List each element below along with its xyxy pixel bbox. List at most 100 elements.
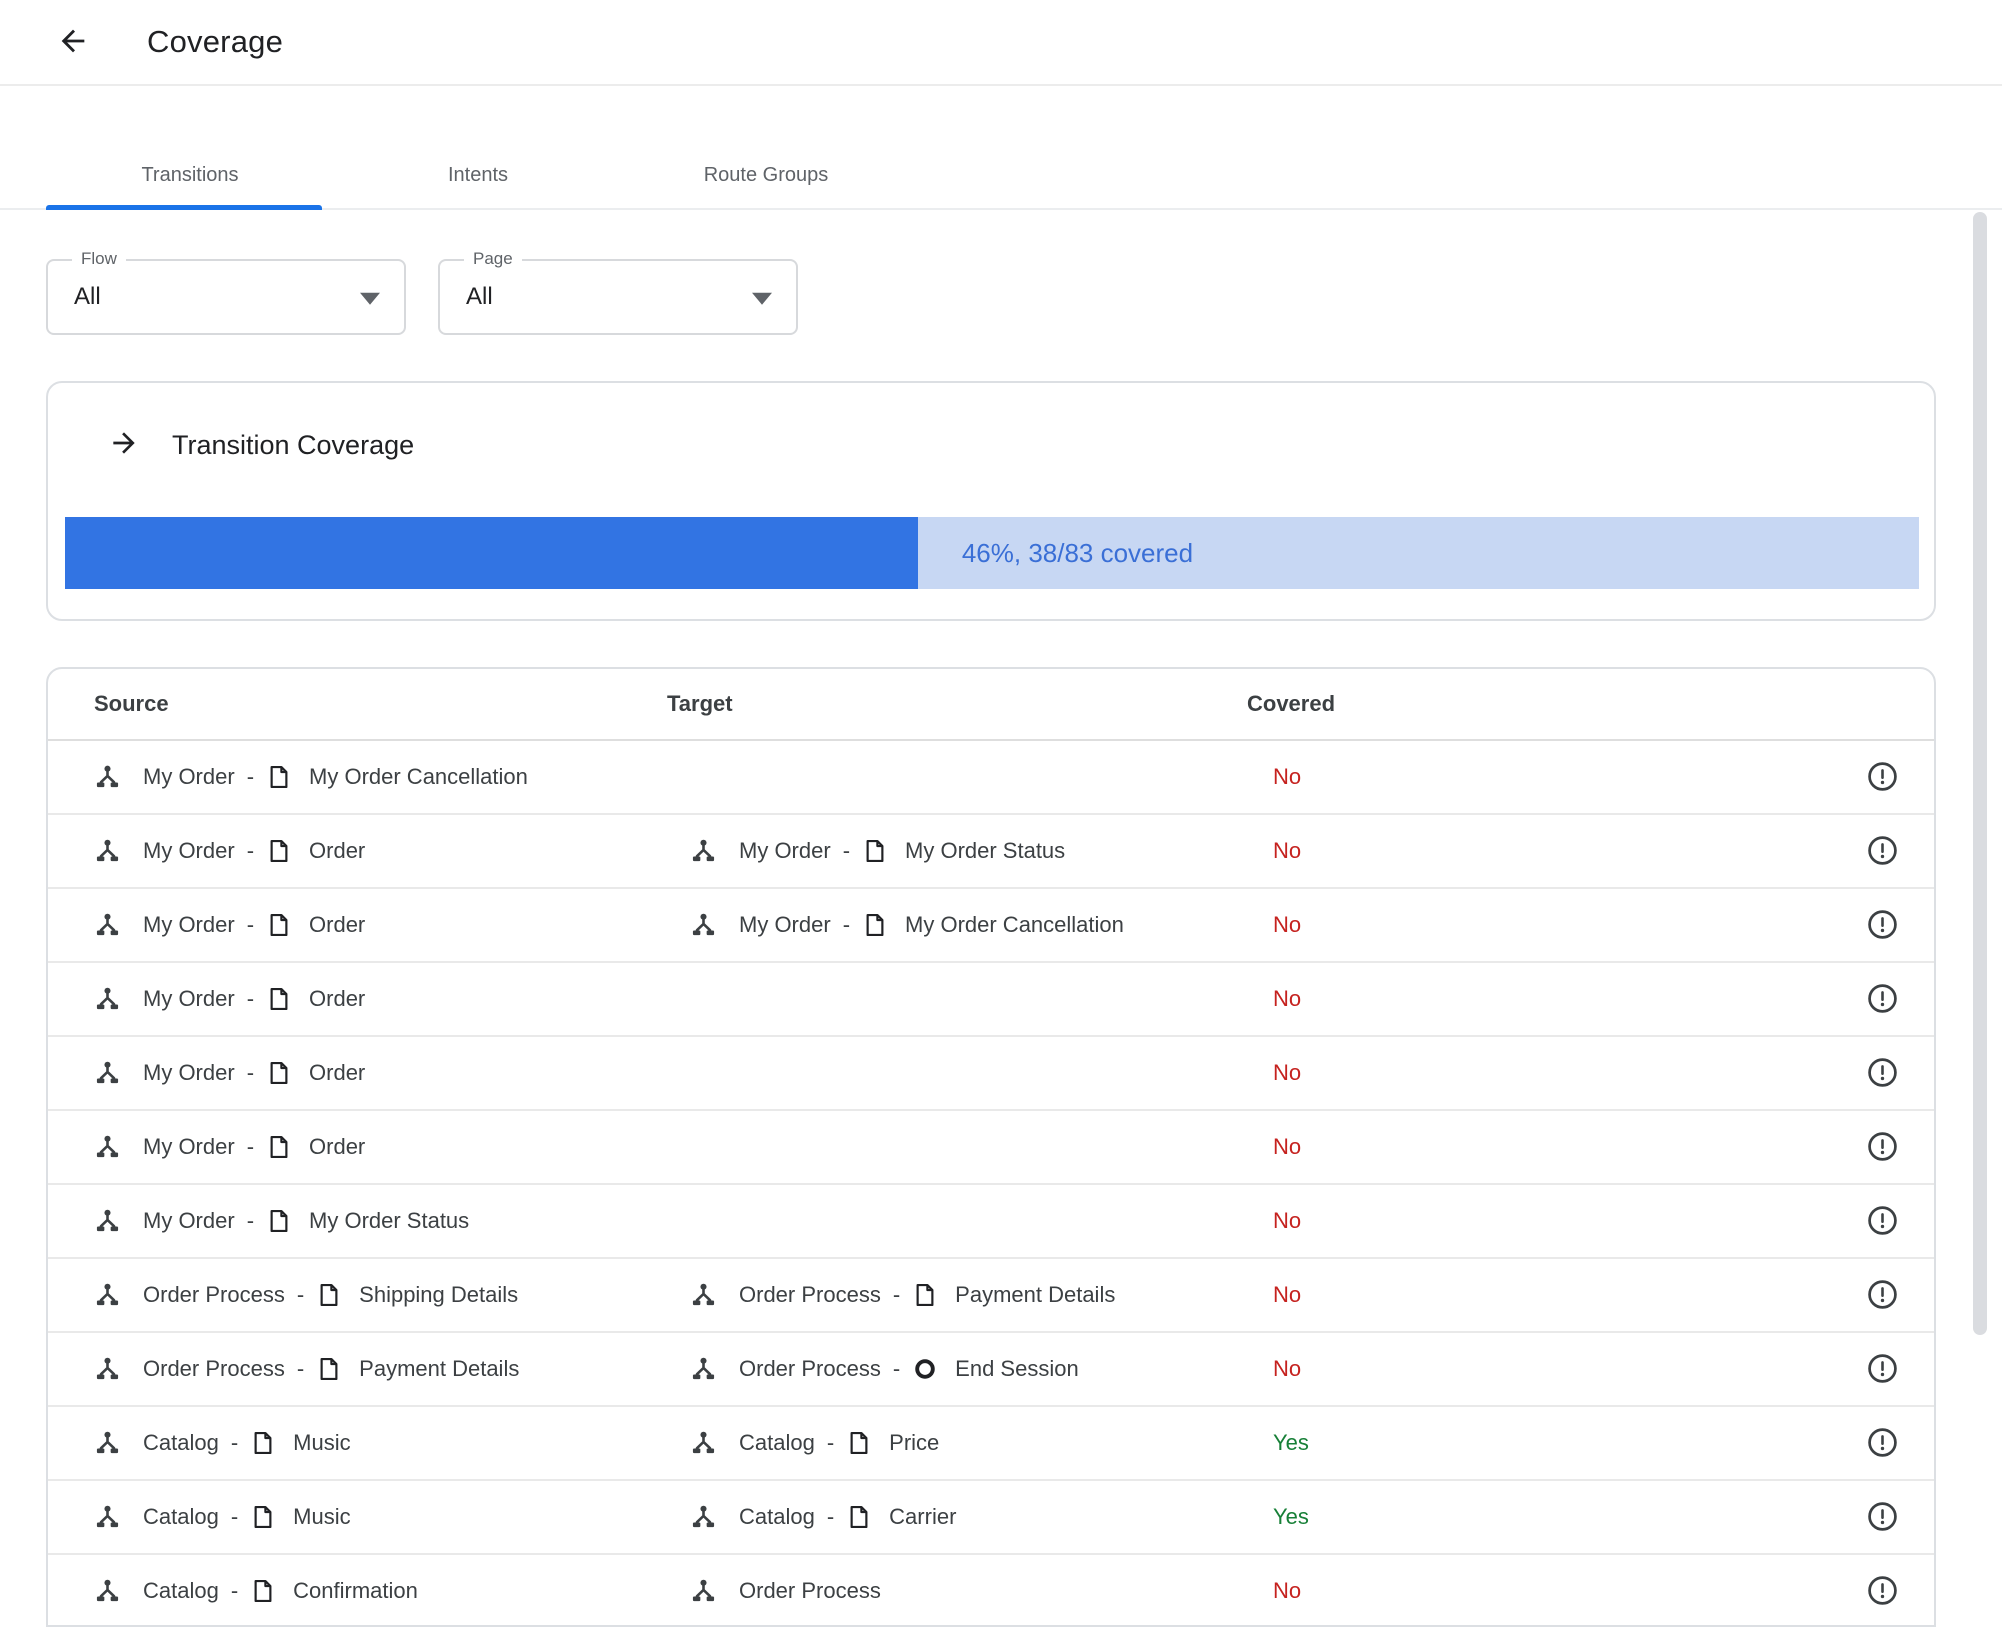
info-button[interactable] <box>1867 1279 1899 1311</box>
info-button[interactable] <box>1867 983 1899 1015</box>
flow-select-label: Flow <box>72 249 126 269</box>
hyphen-separator: - <box>842 912 851 937</box>
info-button[interactable] <box>1867 1057 1899 1089</box>
table-row: My Order - Order My Order - My Order Status No <box>48 815 1934 889</box>
info-button[interactable] <box>1867 761 1899 793</box>
page-name: Payment Details <box>359 1356 520 1381</box>
error-outline-icon <box>1867 1058 1898 1091</box>
page-name: Price <box>889 1430 940 1455</box>
error-outline-icon <box>1867 1132 1898 1165</box>
info-button[interactable] <box>1867 1353 1899 1385</box>
table-row: Order Process - Shipping Details Order Proc… <box>48 1259 1934 1333</box>
info-cell <box>1859 983 1906 1015</box>
table-row: My Order - Order No <box>48 1037 1934 1111</box>
flow-name: Catalog <box>739 1430 815 1455</box>
page-icon <box>912 1282 938 1308</box>
page-name: My Order Status <box>905 838 1066 863</box>
flow-name: My Order <box>739 912 831 937</box>
info-button[interactable] <box>1867 1131 1899 1163</box>
info-button[interactable] <box>1867 1205 1899 1237</box>
covered-cell: No <box>1247 1282 1859 1308</box>
source-cell: Order Process - Shipping Details <box>94 1282 667 1309</box>
target-cell: My Order - My Order Cancellation <box>667 912 1247 939</box>
end-session-icon <box>912 1356 938 1382</box>
covered-cell: No <box>1247 1578 1859 1604</box>
flow-name: My Order <box>143 838 235 863</box>
page-name: Order <box>309 986 366 1011</box>
flow-name: Order Process <box>143 1356 285 1381</box>
covered-value: No <box>1273 1578 1302 1603</box>
transition-coverage-card: Transition Coverage 46%, 38/83 covered <box>46 381 1936 621</box>
tab-transitions[interactable]: Transitions <box>46 140 334 210</box>
error-outline-icon <box>1867 836 1898 869</box>
page-name: Order <box>309 1134 366 1159</box>
flow-select[interactable]: Flow All <box>46 249 406 335</box>
chevron-down-icon <box>360 292 380 305</box>
info-cell <box>1859 1131 1906 1163</box>
source-entity: Catalog - Confirmation <box>94 1578 667 1605</box>
flow-icon <box>94 1282 121 1309</box>
flow-icon <box>94 1504 121 1531</box>
source-entity: My Order - My Order Status <box>94 1208 667 1235</box>
page-icon <box>266 1060 292 1086</box>
info-button[interactable] <box>1867 835 1899 867</box>
error-outline-icon <box>1867 1576 1898 1609</box>
info-button[interactable] <box>1867 909 1899 941</box>
target-cell: Order Process <box>667 1578 1247 1605</box>
page-select[interactable]: Page All <box>438 249 798 335</box>
page-icon <box>266 764 292 790</box>
tab-bar: Transitions Intents Route Groups <box>46 140 910 210</box>
flow-icon <box>94 1134 121 1161</box>
covered-cell: No <box>1247 1356 1859 1382</box>
covered-value: No <box>1273 912 1302 937</box>
table-row: Order Process - Payment Details Order Proce… <box>48 1333 1934 1407</box>
flow-icon <box>94 764 121 791</box>
flow-icon <box>690 838 717 865</box>
info-button[interactable] <box>1867 1501 1899 1533</box>
covered-cell: No <box>1247 1208 1859 1234</box>
target-entity: Catalog - Carrier <box>667 1504 1247 1531</box>
page-icon <box>862 912 888 938</box>
table-row: Catalog - Confirmation Order Process No <box>48 1555 1934 1625</box>
source-entity: My Order - Order <box>94 1134 667 1161</box>
info-button[interactable] <box>1867 1575 1899 1607</box>
source-cell: Order Process - Payment Details <box>94 1356 667 1383</box>
page-icon <box>266 1208 292 1234</box>
flow-name: My Order <box>143 912 235 937</box>
covered-value: No <box>1273 1134 1302 1159</box>
flow-name: Catalog <box>143 1504 219 1529</box>
tab-label: Transitions <box>141 163 239 186</box>
flow-icon <box>94 1578 121 1605</box>
flow-icon <box>94 912 121 939</box>
hyphen-separator: - <box>246 1134 255 1159</box>
back-button[interactable] <box>55 24 91 60</box>
tab-intents[interactable]: Intents <box>334 140 622 210</box>
page-icon <box>250 1430 276 1456</box>
tab-route-groups[interactable]: Route Groups <box>622 140 910 210</box>
tab-label: Route Groups <box>703 163 829 186</box>
tab-label: Intents <box>447 163 509 186</box>
app-bar: Coverage <box>0 0 2002 86</box>
coverage-card-header: Transition Coverage <box>108 427 414 464</box>
flow-name: My Order <box>143 1060 235 1085</box>
source-entity: My Order - My Order Cancellation <box>94 764 667 791</box>
flow-icon <box>690 912 717 939</box>
flow-icon <box>690 1430 717 1457</box>
page-name: Order <box>309 838 366 863</box>
page-icon <box>266 1134 292 1160</box>
hyphen-separator: - <box>842 838 851 863</box>
hyphen-separator: - <box>246 986 255 1011</box>
table-row: Catalog - Music Catalog - Carrier Yes <box>48 1481 1934 1555</box>
flow-icon <box>94 986 121 1013</box>
flow-select-value: All <box>74 283 101 310</box>
info-button[interactable] <box>1867 1427 1899 1459</box>
target-cell: Order Process - End Session <box>667 1356 1247 1383</box>
page-name: Order <box>309 1060 366 1085</box>
vertical-scrollbar-thumb[interactable] <box>1973 212 1987 1335</box>
source-entity: My Order - Order <box>94 838 667 865</box>
target-entity: My Order - My Order Cancellation <box>667 912 1247 939</box>
flow-name: Catalog <box>143 1430 219 1455</box>
source-cell: My Order - Order <box>94 912 667 939</box>
covered-value: No <box>1273 1282 1302 1307</box>
flow-name: My Order <box>143 764 235 789</box>
